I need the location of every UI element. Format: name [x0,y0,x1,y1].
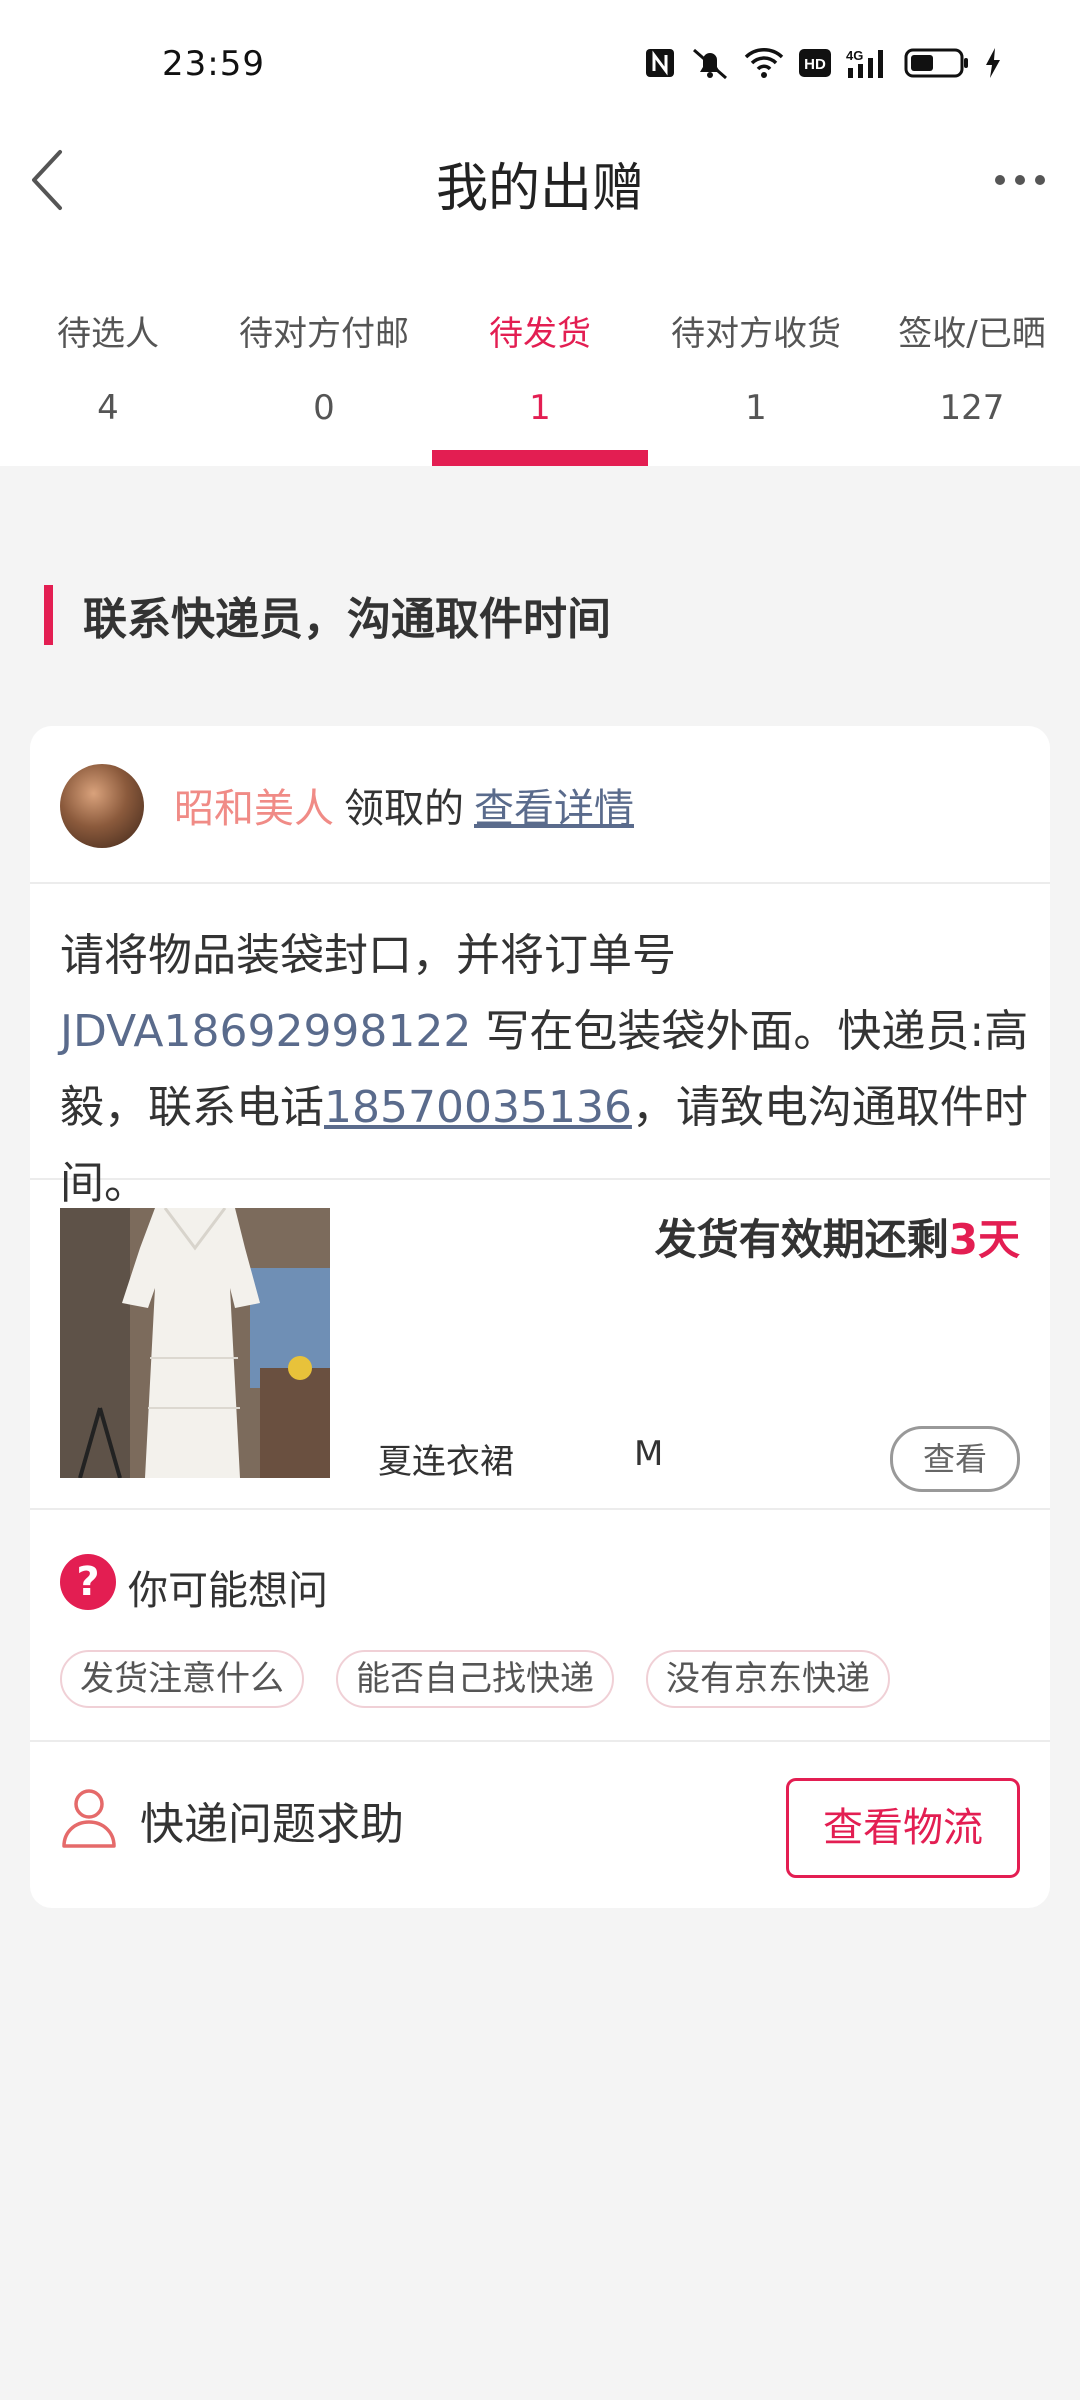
status-tabs: 待选人 4 待对方付邮 0 待发货 1 待对方收货 1 签收/已晒 127 [0,296,1080,466]
hd-icon: HD [798,48,832,78]
item-size: M [634,1434,664,1474]
deadline-prefix: 发货有效期还剩 [654,1215,949,1264]
view-item-button[interactable]: 查看 [890,1426,1020,1492]
tab-label: 待选人 [57,314,159,354]
view-details-link[interactable]: 查看详情 [474,786,634,832]
tab-count: 0 [313,388,335,428]
ship-deadline: 发货有效期还剩3天 [655,1206,1020,1267]
faq-row: ? 你可能想问 发货注意什么 能否自己找快递 没有京东快递 [30,1508,1050,1742]
claimer-name[interactable]: 昭和美人 [174,786,334,832]
tab-count: 127 [939,388,1005,428]
item-name: 夏连衣裙 [378,1442,514,1482]
courier-phone-link[interactable]: 18570035136 [324,1082,632,1133]
more-icon [982,175,1058,212]
courier-help-link[interactable]: 快递问题求助 [140,1788,404,1852]
faq-title: 你可能想问 [128,1568,328,1614]
tab-count: 1 [745,388,767,428]
tab-count: 4 [97,388,119,428]
instruction-part1: 请将物品装袋封口，并将订单号 [60,930,676,981]
claimer-row: 昭和美人 领取的 查看详情 [30,726,1050,884]
status-icons: HD 4G [644,46,1002,80]
question-icon: ? [60,1554,116,1610]
tab-count: 1 [529,388,551,428]
nfc-icon [644,47,676,79]
faq-chips: 发货注意什么 能否自己找快递 没有京东快递 [60,1650,890,1708]
svg-text:HD: HD [804,56,826,73]
tab-label: 待发货 [489,314,591,354]
section-heading: 联系快递员，沟通取件时间 [44,584,611,646]
active-tab-indicator [432,450,648,466]
item-thumbnail[interactable] [60,1208,330,1478]
avatar[interactable] [60,764,144,848]
tab-waiting-postage[interactable]: 待对方付邮 0 [216,296,432,466]
faq-chip[interactable]: 没有京东快递 [646,1650,890,1708]
view-logistics-button[interactable]: 查看物流 [786,1778,1020,1878]
tab-label: 待对方收货 [671,314,841,354]
shipment-card: 昭和美人 领取的 查看详情 请将物品装袋封口，并将订单号 JDVA186929981… [30,726,1050,1908]
page-title: 我的出赠 [435,159,644,219]
item-row: 发货有效期还剩3天 夏连衣裙 M 查看 [30,1178,1050,1510]
status-bar: 23:59 HD 4G [0,0,1080,130]
tab-waiting-ship[interactable]: 待发货 1 [432,296,648,466]
help-row: 快递问题求助 查看物流 [30,1740,1050,1908]
tab-label: 签收/已晒 [898,314,1046,354]
status-time: 23:59 [162,44,265,84]
signal-4g-icon: 4G [846,46,890,80]
heading-accent-bar [44,585,53,645]
order-number: JDVA18692998122 [60,1006,472,1057]
instruction-row: 请将物品装袋封口，并将订单号 JDVA18692998122 写在包装袋外面。快… [30,882,1050,1209]
tab-waiting-receive[interactable]: 待对方收货 1 [648,296,864,466]
mute-icon [690,46,730,80]
section-heading-text: 联系快递员，沟通取件时间 [83,594,611,645]
faq-chip[interactable]: 发货注意什么 [60,1650,304,1708]
tab-signed-shared[interactable]: 签收/已晒 127 [864,296,1080,466]
charging-icon [984,46,1002,80]
faq-chip[interactable]: 能否自己找快递 [336,1650,614,1708]
battery-icon [904,47,970,79]
wifi-icon [744,47,784,79]
tab-label: 待对方付邮 [239,314,409,354]
tab-waiting-select[interactable]: 待选人 4 [0,296,216,466]
more-button[interactable] [982,152,1058,208]
deadline-days: 3天 [948,1215,1020,1264]
claimed-text: 领取的 [344,786,464,832]
instruction-text: 请将物品装袋封口，并将订单号 JDVA18692998122 写在包装袋外面。快… [60,918,1030,1222]
person-icon[interactable] [60,1786,118,1850]
claimer-line: 昭和美人 领取的 查看详情 [174,776,634,834]
svg-text:4G: 4G [846,48,863,63]
